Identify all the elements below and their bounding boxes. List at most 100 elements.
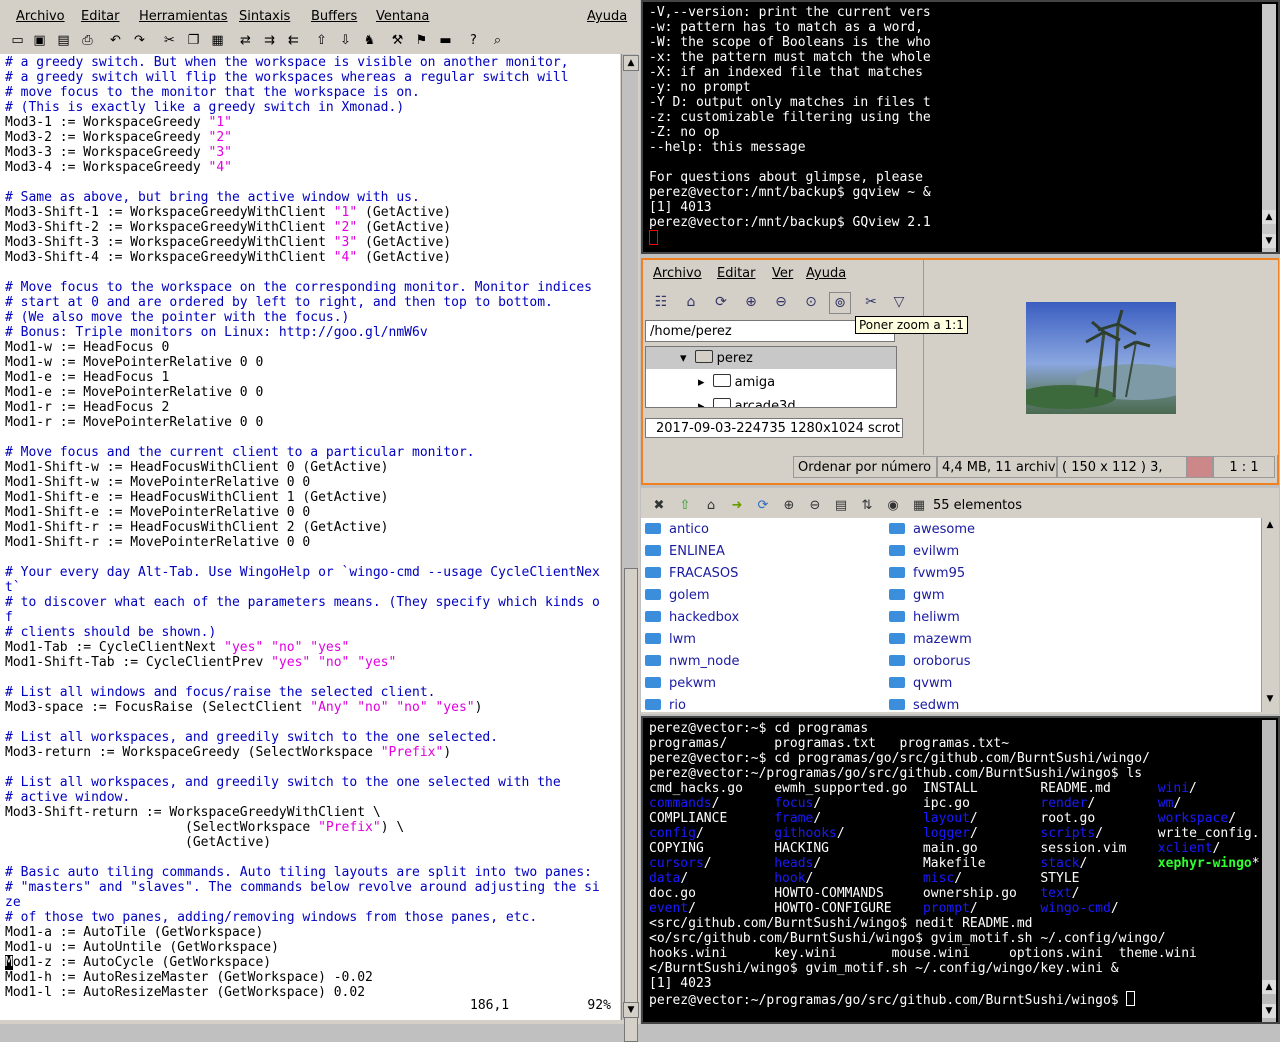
code-line: Mod3-Shift-4 := WorkspaceGreedyWithClien… [5,250,452,265]
folder-item[interactable]: rio [645,695,686,712]
zoom-in-icon[interactable]: ⊕ [741,292,761,312]
folder-item[interactable]: evilwm [889,541,959,563]
folder-item[interactable]: hackedbox [645,607,739,629]
menu-archivo[interactable]: Archivo [16,9,65,24]
list-view-icon[interactable]: ▦ [909,496,929,516]
folder-item[interactable]: awesome [889,519,975,541]
folder-name: hackedbox [669,610,740,625]
print-icon[interactable]: ⎙ [78,31,97,50]
scroll-down-icon[interactable]: ▼ [623,1002,639,1018]
paste-icon[interactable]: ▦ [208,31,227,50]
chevron-right-icon: ▸ [698,399,705,408]
scroll-up-icon[interactable]: ▲ [1262,980,1276,994]
copy-icon[interactable]: ❐ [184,31,203,50]
gq-sort-button[interactable]: Ordenar por número [793,456,937,478]
gvim-text-area[interactable]: # a greedy switch. But when the workspac… [0,54,620,1020]
thumbnails-icon[interactable]: ☷ [651,292,671,312]
load-session-icon[interactable]: ⇧ [312,31,331,50]
gq-menu-editar[interactable]: Editar [717,266,756,281]
folder-item[interactable]: heliwm [889,607,960,629]
folder-item[interactable]: gwm [889,585,945,607]
run-script-icon[interactable]: ♞ [360,31,379,50]
settings-icon[interactable]: ✂ [861,292,881,312]
scroll-up-icon[interactable]: ▲ [1262,210,1276,224]
zoom-fit-icon[interactable]: ⊙ [801,292,821,312]
folder-item[interactable]: fvwm95 [889,563,965,585]
up-icon[interactable]: ⇧ [675,496,695,516]
show-hidden-icon[interactable]: ◉ [883,496,903,516]
menu-herramientas[interactable]: Herramientas [139,9,228,24]
gq-tree-item[interactable]: ▸ arcade3d [698,398,796,408]
menu-ayuda[interactable]: Ayuda [587,9,627,24]
cut-icon[interactable]: ✂ [160,31,179,50]
find-help-icon[interactable]: ⌕ [488,31,507,50]
gq-folder-tree[interactable]: ▾ perez ▸ amiga ▸ arcade3d [645,346,897,408]
folder-item[interactable]: ENLINEA [645,541,725,563]
folder-item[interactable]: sedwm [889,695,959,712]
home-icon[interactable]: ⌂ [701,496,721,516]
replace-icon[interactable]: ⇄ [236,31,255,50]
shell-icon[interactable]: ⚑ [412,31,431,50]
zoom-out-icon[interactable]: ⊖ [771,292,791,312]
fm-file-list[interactable]: antico ENLINEA FRACASOS golem hackedbox lwm nw… [641,518,1261,712]
gq-image-preview[interactable] [923,260,1278,455]
folder-item[interactable]: lwm [645,629,696,651]
open-icon[interactable]: ▭ [8,31,27,50]
detail-view-icon[interactable]: ▤ [831,496,851,516]
find-next-icon[interactable]: ⇉ [260,31,279,50]
gq-file-list-row[interactable]: 2017-09-03-224735 1280x1024 scrot [645,418,903,438]
menu-ventana[interactable]: Ventana [376,9,429,24]
refresh-icon[interactable]: ⟳ [711,292,731,312]
tags-icon[interactable]: ▬ [436,31,455,50]
terminal-line: -x: the pattern must match the whole [649,50,931,65]
fm-scrollbar[interactable]: ▲ ▼ [1261,518,1278,712]
terminal-bottom-scrollbar[interactable]: ▲ ▼ [1262,720,1276,1022]
gq-tree-item[interactable]: ▸ amiga [698,374,775,390]
folder-item[interactable]: oroborus [889,651,971,673]
save-all-icon[interactable]: ▤ [54,31,73,50]
gvim-scroll-thumb[interactable] [624,568,638,1042]
code-line: Mod1-e := MovePointerRelative 0 0 [5,385,264,400]
folder-item[interactable]: pekwm [645,673,716,695]
folder-item[interactable]: qvwm [889,673,952,695]
folder-item[interactable]: golem [645,585,709,607]
gq-menu-archivo[interactable]: Archivo [653,266,702,281]
terminal-top-scrollbar[interactable]: ▲ ▼ [1262,4,1276,252]
zoom-1-1-icon[interactable]: ⊚ [829,292,851,314]
redo-icon[interactable]: ↷ [130,31,149,50]
home-icon[interactable]: ⌂ [681,292,701,312]
zoom-out-icon[interactable]: ⊖ [805,496,825,516]
folder-item[interactable]: FRACASOS [645,563,738,585]
help-icon[interactable]: ? [464,31,483,50]
menu-editar[interactable]: Editar [81,9,120,24]
undo-icon[interactable]: ↶ [106,31,125,50]
menu-buffers[interactable]: Buffers [311,9,357,24]
make-icon[interactable]: ⚒ [388,31,407,50]
zoom-in-icon[interactable]: ⊕ [779,496,799,516]
sort-icon[interactable]: ⇅ [857,496,877,516]
scroll-up-icon[interactable]: ▲ [623,55,639,71]
menu-sintaxis[interactable]: Sintaxis [239,9,290,24]
folder-item[interactable]: antico [645,519,709,541]
refresh-icon[interactable]: ⟳ [753,496,773,516]
close-icon[interactable]: ✖ [649,496,669,516]
filter-icon[interactable]: ▽ [889,292,909,312]
code-line: # a greedy switch will flip the workspac… [5,70,569,85]
save-icon[interactable]: ▣ [30,31,49,50]
gq-tree-item[interactable]: ▾ perez [680,350,753,366]
save-session-icon[interactable]: ⇩ [336,31,355,50]
gq-menu-ayuda[interactable]: Ayuda [806,266,846,281]
scroll-down-icon[interactable]: ▼ [1262,234,1276,248]
gq-color-profile-icon[interactable] [1187,456,1213,478]
terminal-bottom[interactable]: perez@vector:~$ cd programas programas/ p… [641,716,1280,1024]
gq-menu-ver[interactable]: Ver [772,266,793,281]
folder-item[interactable]: mazewm [889,629,972,651]
terminal-top[interactable]: -V,--version: print the current vers -w: … [641,0,1280,254]
find-prev-icon[interactable]: ⇇ [284,31,303,50]
scroll-down-icon[interactable]: ▼ [1262,1004,1276,1018]
gvim-scrollbar[interactable]: ▲ ▼ [621,54,639,1042]
forward-icon[interactable]: ➜ [727,496,747,516]
scroll-up-icon[interactable]: ▲ [1263,520,1277,534]
scroll-down-icon[interactable]: ▼ [1263,694,1277,708]
folder-item[interactable]: nwm_node [645,651,739,673]
